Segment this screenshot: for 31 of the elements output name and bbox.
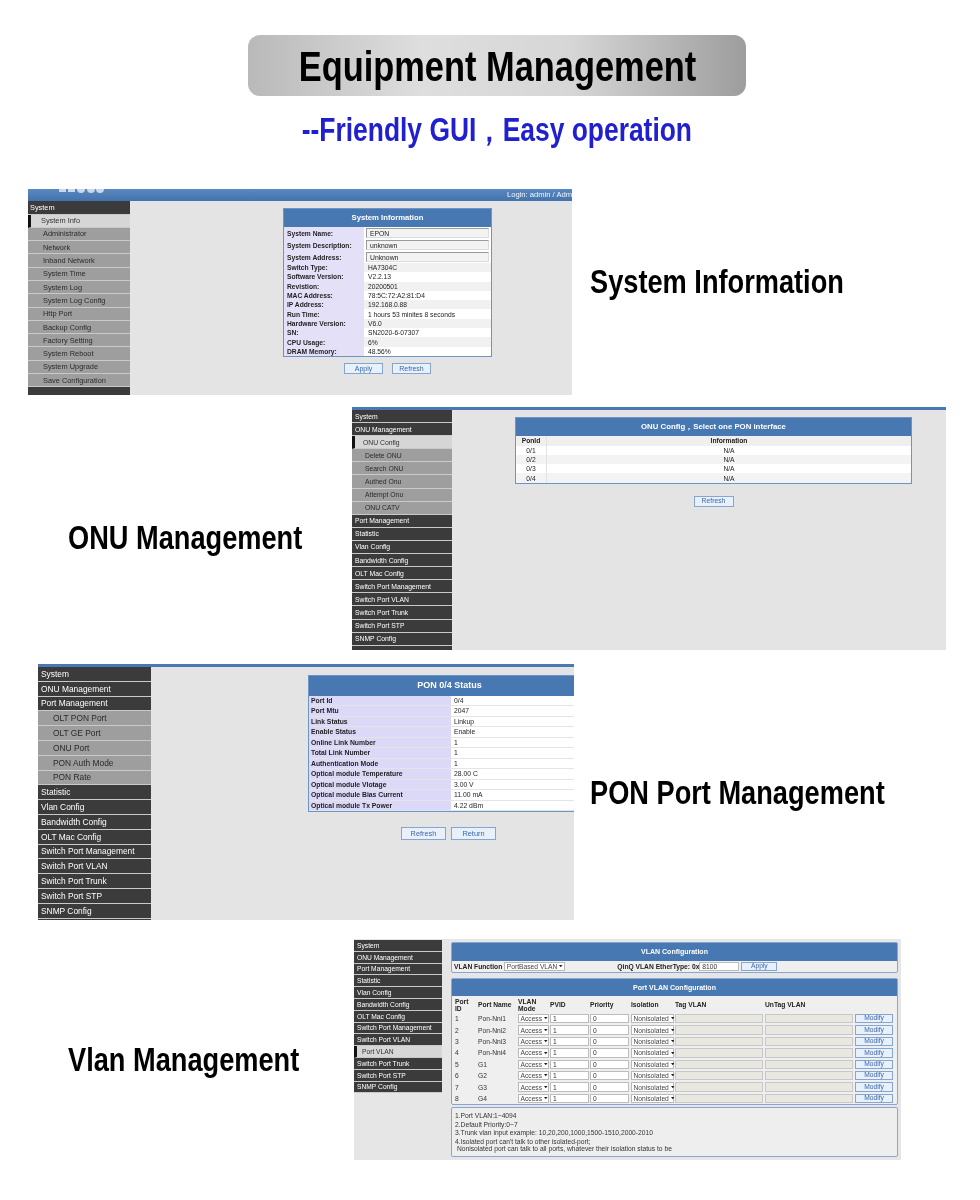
- caret-icon: [544, 1017, 548, 1020]
- caret-icon: [544, 1028, 548, 1032]
- caret-icon: [544, 1051, 548, 1055]
- caret-icon: [670, 1051, 675, 1055]
- page-subtitle: --Friendly GUI，Easy operation: [301, 113, 693, 147]
- section-caption: System Information: [590, 263, 844, 299]
- sidebar-group[interactable]: Vlan Config: [38, 800, 151, 815]
- caret-icon: [670, 1040, 675, 1043]
- panel-header: PON 0/4 Status: [309, 676, 574, 696]
- section-caption: Vlan Management: [68, 1040, 300, 1077]
- caret-icon: [544, 1097, 548, 1100]
- caret-icon: [670, 1063, 675, 1066]
- caret-icon: [670, 1028, 675, 1032]
- sidebar-item[interactable]: OLT GE Port: [38, 726, 151, 741]
- section-caption: ONU Management: [68, 518, 303, 555]
- caret-icon: [670, 1074, 675, 1077]
- caret-icon: [544, 1074, 548, 1077]
- page-title: Equipment Management: [298, 42, 696, 89]
- caret-icon: [670, 1017, 675, 1020]
- sidebar-group[interactable]: Switch Port Trunk: [38, 874, 151, 889]
- caret-icon: [544, 1085, 548, 1089]
- sidebar-group[interactable]: Statistic: [38, 785, 151, 801]
- section-caption: PON Port Management: [590, 774, 885, 810]
- sidebar-group[interactable]: Switch Port VLAN: [38, 859, 151, 875]
- caret-icon: [544, 1063, 548, 1066]
- sidebar-item[interactable]: OLT PON Port: [38, 711, 151, 727]
- caret-icon: [544, 1040, 548, 1043]
- caret-icon: [559, 965, 563, 968]
- caret-icon: [670, 1097, 675, 1100]
- logo-drawing: [59, 189, 104, 195]
- caret-icon: [670, 1085, 675, 1089]
